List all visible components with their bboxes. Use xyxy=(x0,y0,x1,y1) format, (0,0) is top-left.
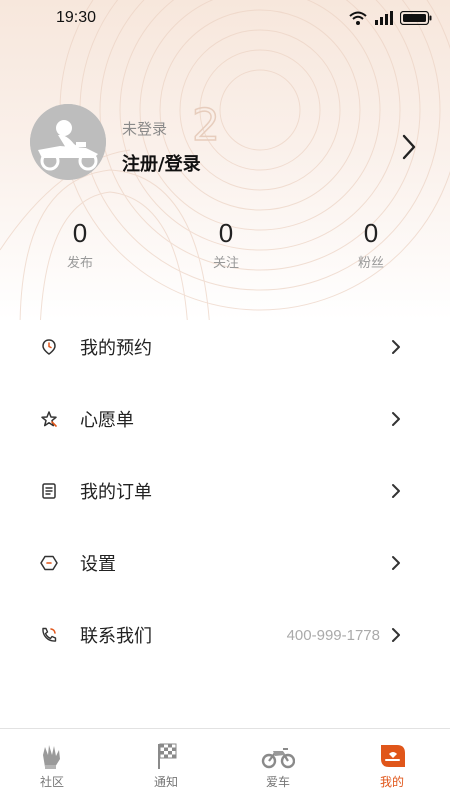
chevron-right-icon xyxy=(392,556,400,570)
tab-community-label: 社区 xyxy=(39,775,64,789)
status-bar: 19:30 xyxy=(0,0,450,36)
stat-followers[interactable]: 0 粉丝 xyxy=(316,216,426,271)
rider-avatar-icon xyxy=(30,104,106,180)
tab-my-bike-label: 爱车 xyxy=(265,775,290,789)
order-list-icon xyxy=(42,483,56,499)
chevron-right-icon xyxy=(392,412,400,426)
profile-chevron-right-icon[interactable] xyxy=(396,132,422,162)
star-icon xyxy=(41,411,57,427)
menu-item-wishlist[interactable]: 心愿单 xyxy=(0,389,450,449)
register-login-link[interactable]: 注册/登录 xyxy=(122,150,201,176)
menu-label-contact-us: 联系我们 xyxy=(80,626,152,647)
calendar-pin-icon xyxy=(42,339,56,355)
menu-label-wishlist: 心愿单 xyxy=(80,410,134,431)
chevron-right-icon xyxy=(392,340,400,354)
menu-item-settings[interactable]: 设置 xyxy=(0,533,450,593)
menu-label-my-reservations: 我的预约 xyxy=(80,338,152,359)
checkered-flag-icon xyxy=(158,743,177,769)
profile-icon xyxy=(381,745,405,767)
menu-label-my-orders: 我的订单 xyxy=(80,482,152,503)
stat-posts[interactable]: 0 发布 xyxy=(25,216,135,271)
stat-following-value: 0 xyxy=(218,218,234,248)
phone-icon xyxy=(42,627,57,642)
motorcycle-icon xyxy=(261,748,295,769)
stat-followers-value: 0 xyxy=(363,218,379,248)
tab-mine[interactable]: 我的 xyxy=(352,741,432,790)
battery-icon xyxy=(400,11,432,25)
stat-posts-label: 发布 xyxy=(66,256,93,271)
tab-my-bike[interactable]: 爱车 xyxy=(238,741,318,790)
chevron-right-icon xyxy=(392,484,400,498)
chevron-right-icon xyxy=(392,628,400,642)
stat-following-label: 关注 xyxy=(212,256,239,271)
wifi-icon xyxy=(349,11,367,25)
status-icons xyxy=(348,10,432,26)
stat-following[interactable]: 0 关注 xyxy=(171,216,281,271)
signal-icon xyxy=(375,11,393,25)
stat-posts-value: 0 xyxy=(72,218,88,248)
tab-notifications-label: 通知 xyxy=(153,775,178,789)
glove-icon xyxy=(43,745,60,769)
bottom-tab-bar: 社区 通知 爱车 我的 xyxy=(0,728,450,800)
svg-text:2: 2 xyxy=(192,100,220,151)
menu-item-my-reservations[interactable]: 我的预约 xyxy=(0,317,450,377)
hexagon-settings-icon xyxy=(40,555,58,571)
menu-item-contact-us[interactable]: 联系我们 400-999-1778 xyxy=(0,605,450,665)
tab-community[interactable]: 社区 xyxy=(12,741,92,790)
tab-mine-label: 我的 xyxy=(379,775,404,789)
login-status-text: 未登录 xyxy=(122,120,168,138)
stat-followers-label: 粉丝 xyxy=(357,256,384,271)
avatar[interactable] xyxy=(30,104,106,180)
menu-item-my-orders[interactable]: 我的订单 xyxy=(0,461,450,521)
contact-phone-number[interactable]: 400-999-1778 xyxy=(287,627,380,644)
tab-notifications[interactable]: 通知 xyxy=(126,741,206,790)
menu-label-settings: 设置 xyxy=(80,554,116,575)
status-time: 19:30 xyxy=(56,9,97,26)
